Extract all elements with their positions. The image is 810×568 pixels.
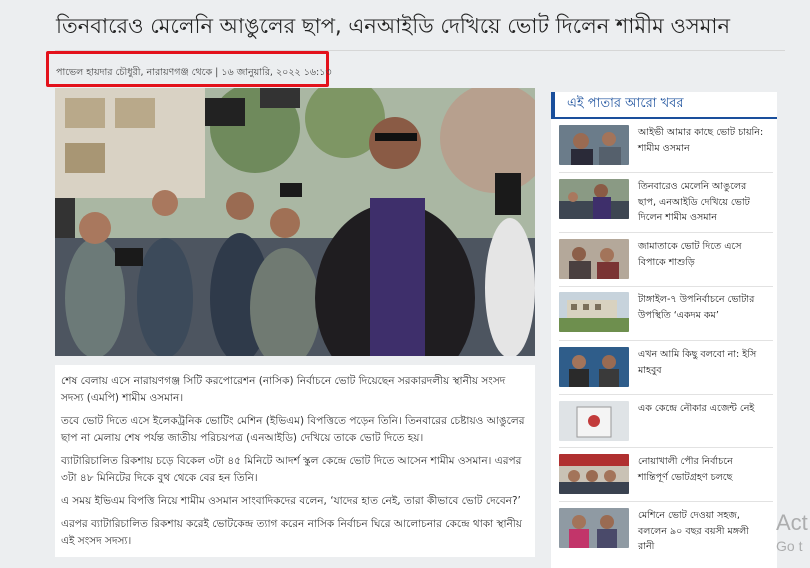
related-news-item[interactable]: জামাতাকে ভোট দিতে এসে বিপাকে শাশুড়ি: [559, 239, 773, 279]
news-title-line[interactable]: শামীম ওসমান: [638, 143, 690, 154]
divider: [559, 394, 773, 395]
divider: [559, 172, 773, 173]
related-news-item[interactable]: মেশিনে ভোট দেওয়া সহজ, বললেন ৯০ বছর বয়স…: [559, 508, 773, 555]
news-thumbnail[interactable]: [559, 508, 629, 548]
news-title-line[interactable]: বললেন ৯০ বছর বয়সী মঙ্গলী: [638, 526, 749, 537]
related-news-item[interactable]: তিনবারেও মেলেনি আঙুলের ছাপ, এনআইডি দেখিয…: [559, 179, 773, 226]
news-title-line[interactable]: টাঙ্গাইল-৭ উপনির্বাচনে ভোটার: [638, 294, 754, 305]
news-thumbnail[interactable]: [559, 401, 629, 441]
news-title-line[interactable]: উপস্থিতি ‘একদম কম’: [638, 310, 719, 321]
sidebar-header: এই পাতার আরো খবর: [551, 92, 777, 119]
related-news-sidebar: এই পাতার আরো খবর আইভী আমার কাছে ভোট চায়…: [551, 92, 777, 568]
news-title-line[interactable]: বিপাকে শাশুড়ি: [638, 257, 695, 268]
sidebar-title: এই পাতার আরো খবর: [567, 96, 684, 111]
os-activation-watermark: Act Go t: [776, 510, 808, 554]
watermark-line: Go t: [776, 538, 803, 554]
divider: [559, 501, 773, 502]
news-thumbnail[interactable]: [559, 347, 629, 387]
news-title-line[interactable]: জামাতাকে ভোট দিতে এসে: [638, 241, 742, 252]
divider: [559, 286, 773, 287]
news-title-line[interactable]: রানী: [638, 541, 654, 552]
article-main-photo: [55, 88, 535, 356]
article-byline: পাভেল হায়দার চৌধুরী, নারায়ণগঞ্জ থেকে |…: [56, 67, 332, 78]
news-title-line[interactable]: ছাপ, এনআইডি দেখিয়ে ভোট: [638, 197, 750, 208]
news-title-line[interactable]: আইভী আমার কাছে ভোট চায়নি:: [638, 127, 763, 138]
news-title-line[interactable]: তিনবারেও মেলেনি আঙুলের: [638, 181, 746, 192]
article-paragraph: শেষ বেলায় এসে নারায়ণগঞ্জ সিটি করপোরেশন…: [61, 375, 506, 404]
article-paragraph: ব্যাটারিচালিত রিকশায় চড়ে বিকেল ৩টা ৪৫ …: [61, 455, 522, 484]
news-thumbnail[interactable]: [559, 179, 629, 219]
news-title-line[interactable]: মেশিনে ভোট দেওয়া সহজ,: [638, 510, 740, 521]
news-title-line[interactable]: এক কেন্দ্রে নৌকার এজেন্ট নেই: [638, 403, 754, 414]
news-title-line[interactable]: মাহবুব: [638, 365, 662, 376]
article-paragraph: তবে ভোট দিতে এসে ইলেকট্রনিক ভোটিং মেশিন …: [61, 415, 525, 444]
article-body: শেষ বেলায় এসে নারায়ণগঞ্জ সিটি করপোরেশন…: [55, 365, 535, 557]
news-thumbnail[interactable]: [559, 292, 629, 332]
news-title-line[interactable]: শান্তিপূর্ণ ভোটগ্রহণ চলছে: [638, 472, 732, 483]
related-news-item[interactable]: এক কেন্দ্রে নৌকার এজেন্ট নেই: [559, 401, 773, 441]
related-news-item[interactable]: আইভী আমার কাছে ভোট চায়নি: শামীম ওসমান: [559, 125, 773, 165]
news-thumbnail[interactable]: [559, 125, 629, 165]
divider: [559, 340, 773, 341]
article-paragraph: এরপর ব্যাটারিচালিত রিকশায় করেই ভোটকেন্দ…: [61, 518, 522, 547]
article-paragraph: এ সময় ইভিএম বিপত্তি নিয়ে শামীম ওসমান স…: [61, 495, 521, 507]
news-thumbnail[interactable]: [559, 454, 629, 494]
news-title-line[interactable]: দিলেন শামীম ওসমান: [638, 212, 717, 223]
news-title-line[interactable]: নোয়াখালী পৌর নির্বাচনে: [638, 456, 733, 467]
news-thumbnail[interactable]: [559, 239, 629, 279]
news-title-line[interactable]: এখন আমি কিছু বলবো না: ইসি: [638, 349, 756, 360]
divider: [559, 447, 773, 448]
related-news-item[interactable]: টাঙ্গাইল-৭ উপনির্বাচনে ভোটার উপস্থিতি ‘এ…: [559, 292, 773, 332]
related-news-item[interactable]: এখন আমি কিছু বলবো না: ইসি মাহবুব: [559, 347, 773, 387]
watermark-line: Act: [776, 510, 808, 535]
article-headline: তিনবারেও মেলেনি আঙুলের ছাপ, এনআইডি দেখিয…: [56, 14, 731, 38]
divider: [559, 232, 773, 233]
related-news-item[interactable]: নোয়াখালী পৌর নির্বাচনে শান্তিপূর্ণ ভোটগ…: [559, 454, 773, 494]
